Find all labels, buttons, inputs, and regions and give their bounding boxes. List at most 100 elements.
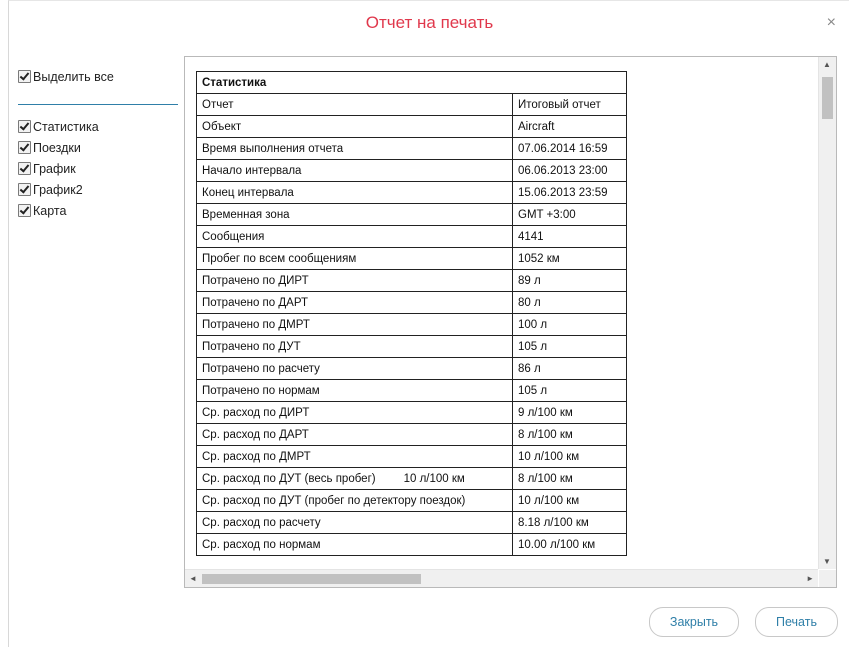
row-value-cell: 07.06.2014 16:59: [512, 137, 627, 160]
table-row: Потрачено по нормам 105 л: [196, 379, 627, 402]
statistics-table: Статистика Отчет Итоговый отчет Объект Airc…: [196, 71, 627, 556]
table-row: Пробег по всем сообщениям 1052 км: [196, 247, 627, 270]
scroll-right-icon[interactable]: ►: [806, 574, 814, 583]
dialog-title: Отчет на печать: [365, 13, 494, 32]
preview-viewport[interactable]: Статистика Отчет Итоговый отчет Объект Airc…: [185, 57, 818, 569]
row-label: Потрачено по расчету: [202, 362, 320, 375]
row-value-cell: 89 л: [512, 269, 627, 292]
row-label-cell: Потрачено по ДАРТ: [196, 291, 513, 314]
table-row: Потрачено по ДУТ 105 л: [196, 335, 627, 358]
row-value-cell: 8 л/100 км: [512, 467, 627, 490]
row-label: Ср. расход по нормам: [202, 538, 321, 551]
table-row: Ср. расход по нормам 10.00 л/100 км: [196, 533, 627, 556]
row-label-cell: Потрачено по расчету: [196, 357, 513, 380]
section-checkbox[interactable]: График2: [18, 179, 188, 200]
divider: [18, 104, 178, 105]
vertical-scrollbar[interactable]: ▲ ▼: [818, 57, 836, 569]
table-row: Потрачено по расчету 86 л: [196, 357, 627, 380]
row-value-cell: 4141: [512, 225, 627, 248]
section-checkbox[interactable]: График: [18, 158, 188, 179]
sections-panel: Выделить все Статистика Поездки График Граф…: [18, 66, 188, 221]
section-checkbox-label: График: [33, 161, 76, 176]
section-checkbox[interactable]: Статистика: [18, 116, 188, 137]
row-label-cell: Ср. расход по ДУТ (пробег по детектору п…: [196, 489, 513, 512]
row-label: Объект: [202, 120, 242, 133]
horizontal-scroll-thumb[interactable]: [202, 574, 421, 584]
table-header-cell: Статистика: [196, 71, 627, 94]
row-value-cell: 15.06.2013 23:59: [512, 181, 627, 204]
vertical-scroll-thumb[interactable]: [822, 77, 833, 119]
section-checkbox-label: Карта: [33, 203, 67, 218]
row-label: Время выполнения отчета: [202, 142, 344, 155]
section-checkbox[interactable]: Поездки: [18, 137, 188, 158]
row-value-cell: 9 л/100 км: [512, 401, 627, 424]
table-row: Начало интервала 06.06.2013 23:00: [196, 159, 627, 182]
scroll-down-icon[interactable]: ▼: [823, 557, 831, 566]
row-label-cell: Время выполнения отчета: [196, 137, 513, 160]
table-row: Ср. расход по ДМРТ 10 л/100 км: [196, 445, 627, 468]
row-value-cell: Итоговый отчет: [512, 93, 627, 116]
row-label-cell: Временная зона: [196, 203, 513, 226]
select-all-label: Выделить все: [33, 69, 114, 84]
row-label-cell: Ср. расход по ДИРТ: [196, 401, 513, 424]
row-label: Ср. расход по ДИРТ: [202, 406, 310, 419]
row-label-cell: Начало интервала: [196, 159, 513, 182]
row-label: Начало интервала: [202, 164, 302, 177]
scrollbar-corner: [819, 570, 836, 587]
row-label: Потрачено по ДМРТ: [202, 318, 310, 331]
table-header-row: Статистика: [196, 71, 627, 94]
row-label: Ср. расход по ДАРТ: [202, 428, 309, 441]
checkbox-checked-icon[interactable]: [18, 183, 31, 196]
row-label: Конец интервала: [202, 186, 294, 199]
checkbox-checked-icon[interactable]: [18, 141, 31, 154]
row-label-cell: Ср. расход по ДАРТ: [196, 423, 513, 446]
report-preview: Статистика Отчет Итоговый отчет Объект Airc…: [184, 56, 837, 588]
print-button[interactable]: Печать: [755, 607, 838, 637]
scroll-up-icon[interactable]: ▲: [823, 60, 831, 69]
row-label: Отчет: [202, 98, 234, 111]
row-label: Потрачено по ДАРТ: [202, 296, 308, 309]
row-label-cell: Потрачено по ДМРТ: [196, 313, 513, 336]
section-checkbox[interactable]: Карта: [18, 200, 188, 221]
select-all-checkbox[interactable]: Выделить все: [18, 66, 188, 87]
row-extra-value: 10 л/100 км: [403, 472, 465, 485]
table-row: Объект Aircraft: [196, 115, 627, 138]
table-row: Отчет Итоговый отчет: [196, 93, 627, 116]
row-label-cell: Потрачено по ДИРТ: [196, 269, 513, 292]
row-value-cell: 105 л: [512, 335, 627, 358]
horizontal-scrollbar[interactable]: ◄ ►: [185, 569, 818, 587]
row-value-cell: 8.18 л/100 км: [512, 511, 627, 534]
table-row: Потрачено по ДАРТ 80 л: [196, 291, 627, 314]
row-value-cell: 86 л: [512, 357, 627, 380]
checkbox-checked-icon[interactable]: [18, 204, 31, 217]
row-label-cell: Ср. расход по ДУТ (весь пробег) 10 л/100 …: [196, 467, 513, 490]
row-value-cell: 1052 км: [512, 247, 627, 270]
table-row: Потрачено по ДМРТ 100 л: [196, 313, 627, 336]
table-row: Ср. расход по ДУТ (весь пробег) 10 л/100 …: [196, 467, 627, 490]
row-value-cell: 06.06.2013 23:00: [512, 159, 627, 182]
table-row: Ср. расход по расчету 8.18 л/100 км: [196, 511, 627, 534]
row-label: Ср. расход по ДУТ (весь пробег): [202, 472, 376, 485]
row-label-cell: Потрачено по нормам: [196, 379, 513, 402]
row-label: Потрачено по ДИРТ: [202, 274, 309, 287]
checkbox-checked-icon[interactable]: [18, 70, 31, 83]
checkbox-checked-icon[interactable]: [18, 162, 31, 175]
row-label: Ср. расход по расчету: [202, 516, 321, 529]
row-label-cell: Ср. расход по ДМРТ: [196, 445, 513, 468]
scroll-left-icon[interactable]: ◄: [189, 574, 197, 583]
row-label-cell: Ср. расход по нормам: [196, 533, 513, 556]
table-row: Ср. расход по ДИРТ 9 л/100 км: [196, 401, 627, 424]
table-row: Временная зона GMT +3:00: [196, 203, 627, 226]
row-label-cell: Сообщения: [196, 225, 513, 248]
row-value-cell: 80 л: [512, 291, 627, 314]
table-row: Ср. расход по ДАРТ 8 л/100 км: [196, 423, 627, 446]
row-label-cell: Пробег по всем сообщениям: [196, 247, 513, 270]
section-checkbox-label: Поездки: [33, 140, 81, 155]
checkbox-checked-icon[interactable]: [18, 120, 31, 133]
close-icon[interactable]: ×: [827, 15, 836, 31]
row-label-cell: Отчет: [196, 93, 513, 116]
section-checkbox-label: Статистика: [33, 119, 99, 134]
row-label: Временная зона: [202, 208, 290, 221]
close-button[interactable]: Закрыть: [649, 607, 739, 637]
row-label: Потрачено по ДУТ: [202, 340, 301, 353]
